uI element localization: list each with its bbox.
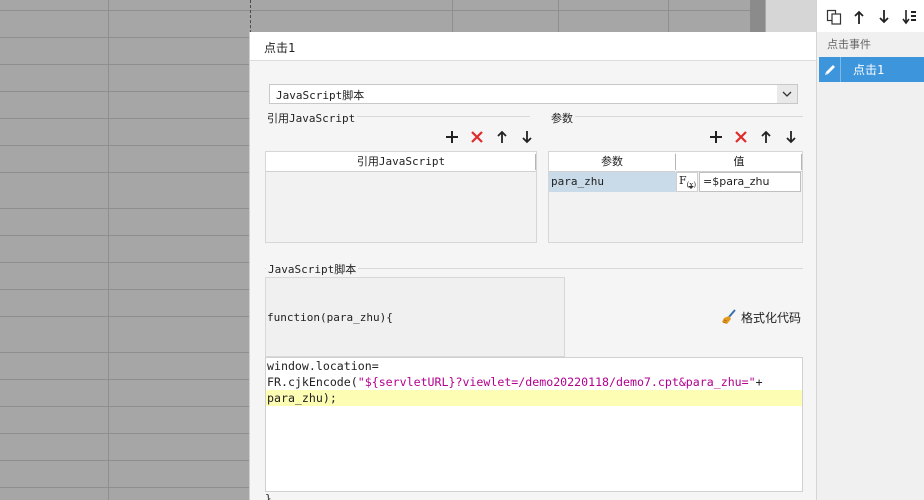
code-line-1: window.location=	[267, 359, 379, 373]
broom-icon	[722, 309, 736, 324]
pencil-icon[interactable]	[819, 57, 841, 82]
event-list-header: 点击事件	[827, 38, 871, 51]
move-up-icon	[854, 10, 864, 24]
param-move-up-button[interactable]	[757, 128, 775, 146]
script-section-label: JavaScript脚本	[266, 261, 359, 277]
ref-move-up-button[interactable]	[493, 128, 511, 146]
sort-icon	[902, 10, 916, 25]
param-move-down-button[interactable]	[782, 128, 800, 146]
ref-move-down-button[interactable]	[518, 128, 536, 146]
copy-event-button[interactable]	[825, 8, 843, 26]
sort-events-button[interactable]	[901, 8, 919, 26]
param-value-input[interactable]: =$para_zhu	[699, 172, 801, 192]
event-panel: 点击事件 点击1	[816, 0, 924, 500]
dialog-title: 点击1	[250, 32, 816, 61]
sheet-scrollbar[interactable]	[750, 0, 765, 32]
code-line-2: FR.cjkEncode("${servletURL}?viewlet=/dem…	[267, 375, 763, 389]
add-icon	[446, 131, 458, 143]
remove-icon	[735, 131, 747, 143]
code-editor[interactable]: window.location= FR.cjkEncode("${servlet…	[265, 357, 803, 492]
fx-icon[interactable]: F(x)	[676, 172, 698, 192]
event-toolbar	[817, 0, 924, 32]
param-name-cell[interactable]: para_zhu	[549, 172, 676, 192]
param-add-button[interactable]	[707, 128, 725, 146]
format-code-label: 格式化代码	[741, 310, 802, 325]
param-remove-button[interactable]	[732, 128, 750, 146]
script-type-select[interactable]: JavaScript脚本	[269, 84, 798, 104]
move-down-icon	[522, 131, 532, 144]
ref-js-column-header: 引用JavaScript	[266, 152, 536, 172]
code-line-3: para_zhu);	[266, 390, 802, 406]
function-signature-box: function(para_zhu){	[265, 277, 565, 357]
format-code-button[interactable]: 格式化代码	[721, 308, 801, 326]
ref-js-table[interactable]: 引用JavaScript	[265, 151, 537, 243]
javascript-event-dialog: 点击1 JavaScript脚本 引用JavaScript 引用JavaScri…	[249, 32, 816, 500]
move-up-icon	[497, 130, 507, 143]
event-list-item[interactable]: 点击1	[819, 57, 924, 82]
add-icon	[710, 131, 722, 143]
script-type-value: JavaScript脚本	[276, 89, 365, 102]
ref-js-section-label: 引用JavaScript	[265, 110, 358, 126]
copy-icon	[826, 9, 842, 25]
param-value-header: 值	[676, 152, 802, 172]
param-name-header: 参数	[549, 152, 675, 172]
remove-icon	[471, 131, 483, 143]
ref-add-button[interactable]	[443, 128, 461, 146]
function-signature: function(para_zhu){	[267, 311, 393, 324]
dropdown-arrow-icon[interactable]	[777, 85, 797, 103]
ref-remove-button[interactable]	[468, 128, 486, 146]
event-item-label: 点击1	[853, 63, 885, 77]
move-up-icon	[761, 130, 771, 143]
params-table[interactable]: 参数 值 para_zhu F(x) =$para_zhu	[548, 151, 803, 243]
move-down-icon	[879, 10, 889, 24]
move-down-icon	[786, 131, 796, 144]
params-section-label: 参数	[549, 110, 575, 126]
closing-brace: }	[265, 492, 272, 500]
event-move-down-button[interactable]	[875, 8, 893, 26]
event-move-up-button[interactable]	[850, 8, 868, 26]
